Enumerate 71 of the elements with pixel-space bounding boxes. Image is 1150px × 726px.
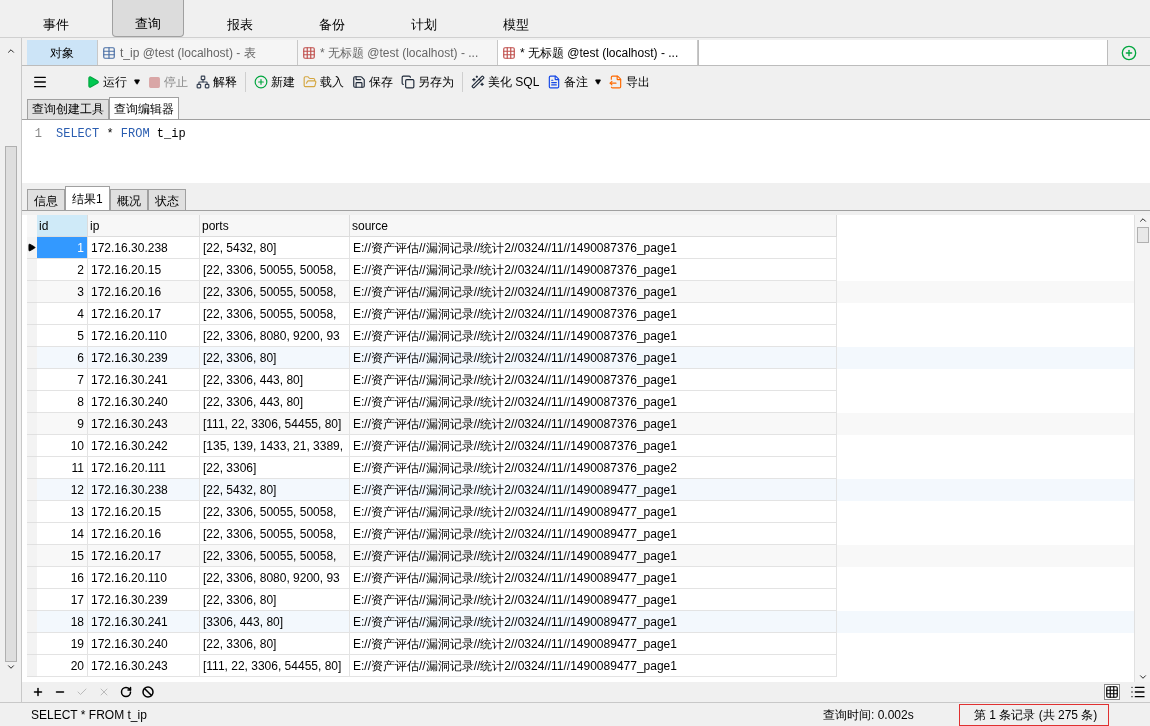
- status-sql: SELECT * FROM t_ip: [30, 706, 148, 724]
- add-icon: [254, 75, 268, 89]
- add-icon[interactable]: [32, 686, 44, 698]
- document-tab[interactable]: t_ip @test (localhost) - 表: [98, 40, 298, 65]
- column-header[interactable]: ports: [200, 215, 350, 237]
- copy-icon: [401, 75, 415, 89]
- query-icon: [502, 45, 516, 60]
- result-tab[interactable]: 结果1: [65, 186, 110, 210]
- ribbon-button[interactable]: 事件: [20, 0, 92, 37]
- column-header[interactable]: id: [37, 215, 88, 237]
- table-cell: 20: [37, 655, 88, 677]
- document-tab[interactable]: * 无标题 @test (localhost) - ...: [498, 40, 698, 65]
- save-icon: [352, 75, 366, 89]
- ribbon-button[interactable]: 模型: [480, 0, 552, 37]
- menu-icon[interactable]: [32, 74, 48, 90]
- query-time: 查询时间: 0.002s: [823, 706, 915, 724]
- toolbar-button[interactable]: 备注: [547, 73, 602, 91]
- sql-editor[interactable]: 1 SELECT * FROM t_ip: [22, 120, 1150, 183]
- record-count: 第 1 条记录 (共 275 条): [959, 703, 1109, 726]
- editor-tab[interactable]: 查询创建工具: [27, 99, 109, 119]
- result-tab[interactable]: 概况: [109, 189, 148, 210]
- query-icon: [302, 45, 316, 60]
- ribbon-button[interactable]: 报表: [204, 0, 276, 37]
- table-cell: 1: [37, 237, 88, 259]
- toolbar-button[interactable]: 解释: [196, 73, 237, 91]
- scrollbar-thumb[interactable]: [4, 146, 17, 662]
- document-tab[interactable]: * 无标题 @test (localhost) - ...: [298, 40, 498, 65]
- toolbar-button[interactable]: 美化 SQL: [471, 73, 540, 91]
- current-row-icon: [27, 243, 36, 252]
- toolbar-button[interactable]: 导出: [609, 73, 651, 91]
- scroll-up-icon[interactable]: [1137, 215, 1148, 225]
- ribbon-button[interactable]: 查询: [112, 0, 184, 37]
- dropdown-caret-icon: [134, 79, 140, 85]
- diagram-icon: [196, 75, 210, 89]
- document-tab[interactable]: 对象: [27, 40, 98, 65]
- play-icon: [86, 75, 100, 89]
- column-header[interactable]: ip: [88, 215, 200, 237]
- ribbon-button[interactable]: 备份: [296, 0, 368, 37]
- form-view-icon[interactable]: [1130, 684, 1146, 700]
- line-number: 1: [33, 126, 43, 143]
- export-icon: [609, 75, 624, 89]
- editor-tab[interactable]: 查询编辑器: [109, 97, 179, 119]
- ribbon-button[interactable]: 计划: [388, 0, 460, 37]
- result-tab[interactable]: 信息: [27, 189, 65, 210]
- sql-code: SELECT * FROM t_ip: [55, 126, 186, 143]
- column-header[interactable]: source: [350, 215, 837, 237]
- scroll-up-icon[interactable]: [5, 46, 16, 56]
- scrollbar-thumb[interactable]: [1136, 227, 1149, 243]
- confirm-icon[interactable]: [76, 686, 88, 698]
- stop-icon: [148, 75, 161, 89]
- add-tab-icon[interactable]: [1121, 44, 1137, 61]
- document-icon: [547, 75, 562, 89]
- table-cell: 172.16.30.243: [88, 655, 200, 677]
- table-icon: [102, 45, 116, 60]
- result-tab[interactable]: 状态: [147, 189, 186, 210]
- table-cell: [111, 22, 3306, 54455, 80]: [200, 655, 350, 677]
- cancel-icon[interactable]: [98, 686, 110, 698]
- stop-icon[interactable]: [142, 686, 154, 698]
- toolbar-button[interactable]: 保存: [352, 73, 393, 91]
- table-cell: E://资产评估//漏洞记录//统计2//0324//11//1490089477_page1: [350, 655, 837, 677]
- folder-icon: [303, 75, 317, 89]
- toolbar-button[interactable]: 另存为: [401, 73, 454, 91]
- scroll-down-icon[interactable]: [5, 662, 16, 672]
- toolbar-button[interactable]: 新建: [254, 73, 295, 91]
- scroll-down-icon[interactable]: [1137, 672, 1148, 682]
- dropdown-caret-icon: [595, 79, 602, 85]
- refresh-icon[interactable]: [120, 686, 132, 698]
- toolbar-button[interactable]: 运行: [86, 73, 140, 91]
- toolbar-button[interactable]: 载入: [303, 73, 344, 91]
- grid-view-icon[interactable]: [1104, 684, 1120, 700]
- wand-icon: [471, 75, 485, 89]
